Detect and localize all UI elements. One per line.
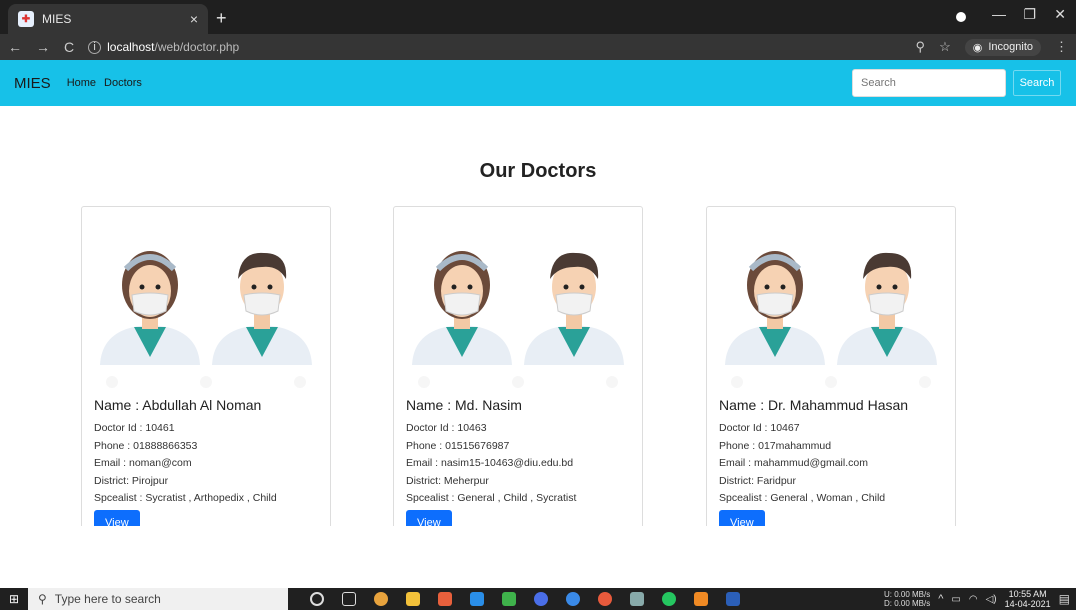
restore-icon[interactable]: ❐ [1023, 6, 1036, 23]
doctor-id: Doctor Id : 10467 [719, 422, 800, 434]
doctor-id: Doctor Id : 10463 [406, 422, 487, 434]
wifi-icon[interactable]: ◠ [969, 594, 978, 605]
tab-title: MIES [42, 12, 72, 26]
doctor-specialist: Spcealist : General , Child , Sycratist [406, 492, 577, 504]
clock-time: 10:55 AM [1008, 589, 1047, 599]
clock-date: 14-04-2021 [1004, 599, 1051, 609]
close-window-icon[interactable]: ✕ [1054, 6, 1066, 23]
app-navbar: MIES Home Doctors Search [0, 60, 1076, 106]
incognito-icon: ◉ [972, 41, 983, 54]
os-taskbar: ⊞ ⚲ Type here to search U: 0.00 MB/s D: … [0, 588, 1076, 610]
app-icon[interactable] [502, 592, 516, 606]
view-button[interactable]: View [94, 509, 140, 526]
search-input[interactable] [852, 69, 1006, 97]
word-icon[interactable] [726, 592, 740, 606]
cortana-icon[interactable] [310, 592, 324, 606]
system-tray: U: 0.00 MB/s D: 0.00 MB/s ^ ▭ ◠ ◁) 10:55… [884, 589, 1076, 609]
doctor-district: District: Meherpur [406, 474, 489, 487]
info-icon[interactable]: i [88, 40, 102, 54]
search-form: Search [852, 69, 1062, 97]
doctor-card: Name : Dr. Mahammud Hasan Doctor Id : 10… [706, 206, 956, 526]
doctor-card: Name : Md. Nasim Doctor Id : 10463 Phone… [393, 206, 643, 526]
doctor-image [394, 207, 642, 397]
browser-titlebar: ✚ MIES × + — ❐ ✕ [0, 0, 1076, 34]
chrome-alt-icon[interactable] [598, 592, 612, 606]
xampp-icon[interactable] [694, 592, 708, 606]
doctor-district: District: Faridpur [719, 474, 797, 487]
minimize-icon[interactable]: — [992, 6, 1006, 22]
volume-icon[interactable]: ◁) [986, 594, 997, 605]
doctor-phone: Phone : 01888866353 [94, 439, 198, 452]
windows-start-icon[interactable]: ⊞ [0, 588, 28, 610]
bookmark-star-icon[interactable]: ☆ [939, 39, 951, 55]
sublime-icon[interactable] [438, 592, 452, 606]
doctor-phone: Phone : 017mahammud [719, 439, 832, 452]
brand-link[interactable]: MIES [14, 75, 51, 92]
telegram-icon[interactable] [566, 592, 580, 606]
doctor-name: Name : Abdullah Al Noman [94, 397, 262, 413]
url-host: localhost [107, 40, 155, 54]
favicon-icon: ✚ [18, 11, 34, 27]
back-icon[interactable]: ← [8, 39, 22, 55]
address-bar: ← → C i localhost /web/doctor.php ⚲ ☆ ◉ … [0, 34, 1076, 60]
new-tab-button[interactable]: + [216, 8, 227, 29]
doctor-specialist: Spcealist : General , Woman , Child [719, 492, 886, 504]
doctor-specialist: Spcealist : Sycratist , Arthopedix , Chi… [94, 492, 277, 504]
tray-chevron-icon[interactable]: ^ [938, 593, 943, 605]
doctor-district: District: Pirojpur [94, 474, 169, 487]
net-upload: U: 0.00 MB/s [883, 590, 931, 599]
messenger-icon[interactable] [534, 592, 548, 606]
view-button[interactable]: View [406, 509, 452, 526]
incognito-label: Incognito [988, 41, 1033, 53]
url-path: /web/doctor.php [154, 40, 240, 54]
vscode-icon[interactable] [470, 592, 484, 606]
nav-link-home[interactable]: Home [67, 77, 96, 89]
doctor-card: Name : Abdullah Al Noman Doctor Id : 104… [81, 206, 331, 526]
search-icon: ⚲ [38, 592, 47, 606]
main-content: Our Doctors Name: Abdullah Al Noman Doc… [0, 106, 1076, 526]
page-title: Our Doctors [479, 160, 597, 182]
notification-icon[interactable]: ▤ [1059, 592, 1070, 606]
photos-icon[interactable] [630, 592, 644, 606]
doctor-phone: Phone : 01515676987 [406, 439, 510, 452]
doctor-email: Email : noman@com [94, 457, 192, 469]
doctor-image [707, 207, 955, 397]
doctor-email: Email : nasim15-10463@diu.edu.bd [406, 457, 574, 469]
nav-link-doctors[interactable]: Doctors [104, 77, 142, 89]
forward-icon[interactable]: → [36, 39, 50, 55]
incognito-badge[interactable]: ◉ Incognito [964, 38, 1041, 56]
tab-close-icon[interactable]: × [190, 11, 198, 27]
search-button[interactable]: Search [1012, 69, 1062, 97]
doctor-image [82, 207, 330, 397]
chrome-icon[interactable] [374, 592, 388, 606]
reload-icon[interactable]: C [64, 39, 74, 55]
profile-dot-icon[interactable] [956, 12, 966, 22]
file-explorer-icon[interactable] [406, 592, 420, 606]
doctor-name: Name : Md. Nasim [406, 397, 522, 413]
network-icon[interactable]: ▭ [951, 594, 960, 605]
doctor-id: Doctor Id : 10461 [94, 422, 175, 434]
doctor-name: Name : Dr. Mahammud Hasan [719, 397, 909, 413]
whatsapp-icon[interactable] [662, 592, 676, 606]
menu-icon[interactable]: ⋮ [1055, 39, 1068, 55]
taskbar-search[interactable]: ⚲ Type here to search [28, 588, 288, 610]
taskbar-search-placeholder: Type here to search [54, 592, 161, 606]
url-field[interactable]: i localhost /web/doctor.php [88, 40, 915, 54]
browser-tab[interactable]: ✚ MIES × [8, 4, 208, 34]
clock[interactable]: 10:55 AM 14-04-2021 [1005, 589, 1051, 609]
zoom-icon[interactable]: ⚲ [916, 39, 926, 55]
net-download: D: 0.00 MB/s [883, 599, 931, 608]
view-button[interactable]: View [719, 509, 765, 526]
doctor-email: Email : mahammud@gmail.com [719, 457, 868, 469]
task-view-icon[interactable] [342, 592, 356, 606]
